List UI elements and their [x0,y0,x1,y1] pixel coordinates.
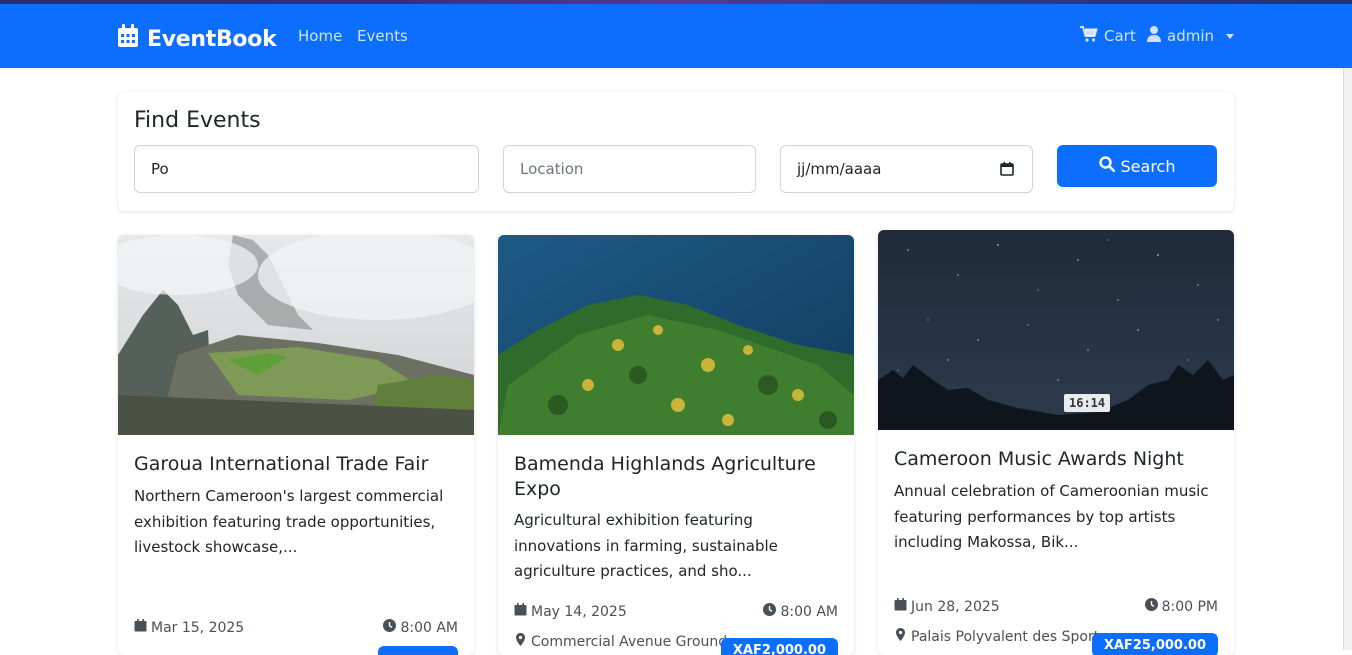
event-date-text: May 14, 2025 [531,603,627,620]
event-time: 8:00 PM [1144,598,1218,615]
event-card[interactable]: Garoua International Trade Fair Northern… [118,235,474,655]
video-duration: 16:14 [1064,394,1111,412]
event-location-text: Commercial Avenue Grounds, [531,633,739,650]
price-badge[interactable]: XAF25,000.00 [1091,633,1218,655]
search-icon [1098,156,1115,176]
event-time: 8:00 AM [383,619,458,636]
event-location: Palais Polyvalent des Sports, [894,628,1111,645]
brand-logo[interactable]: EventBook [117,24,277,54]
event-date: May 14, 2025 [514,603,627,620]
event-date: Mar 15, 2025 [134,619,244,636]
search-button[interactable]: Search [1057,145,1217,187]
search-button-label: Search [1120,156,1176,176]
calendar-icon [134,619,147,636]
nav-home-link[interactable]: Home [298,27,342,45]
clock-icon [1144,598,1158,615]
clock-icon [383,619,397,636]
navbar: EventBook Home Events Cart admin [0,4,1352,68]
map-marker-icon [514,633,527,650]
event-time-text: 8:00 PM [1161,598,1218,615]
event-title[interactable]: Garoua International Trade Fair [134,452,454,477]
event-location-text: Palais Polyvalent des Sports, [911,628,1111,645]
user-menu-dropdown[interactable]: admin [1147,26,1234,46]
event-time-text: 8:00 AM [780,603,838,620]
keyword-search-input[interactable]: Po [134,145,479,193]
event-title[interactable]: Cameroon Music Awards Night [894,447,1214,472]
find-events-card: Find Events Po Location jj/mm/aaaa Searc… [118,92,1234,211]
cart-icon [1080,26,1098,46]
clock-icon [763,603,777,620]
event-date: Jun 28, 2025 [894,598,1000,615]
event-location: Commercial Avenue Grounds, [514,633,739,650]
event-title[interactable]: Bamenda Highlands Agriculture Expo [514,452,834,502]
nav-events-link[interactable]: Events [357,27,408,45]
event-video-thumbnail-night-sky[interactable]: 16:14 [878,230,1234,430]
user-icon [1147,26,1161,46]
calendar-icon [117,24,139,54]
price-badge[interactable]: XAF2,000.00 [720,638,838,655]
cart-label: Cart [1104,27,1136,45]
event-description: Annual celebration of Cameroonian music … [894,482,1209,551]
event-date-text: Mar 15, 2025 [151,619,245,636]
calendar-icon [894,598,907,615]
calendar-icon [514,603,527,620]
location-input[interactable]: Location [503,145,756,193]
event-card[interactable]: Bamenda Highlands Agriculture Expo Agric… [498,235,854,655]
cart-link[interactable]: Cart [1080,26,1136,46]
find-events-title: Find Events [134,108,261,133]
event-description: Northern Cameroon's largest commercial e… [134,487,444,556]
page-scrollbar[interactable] [1343,68,1352,650]
date-input[interactable]: jj/mm/aaaa [780,145,1033,193]
map-marker-icon [894,628,907,645]
event-time: 8:00 AM [763,603,838,620]
user-name: admin [1167,27,1214,45]
event-image-forest-lake[interactable] [498,235,854,435]
price-badge-partial[interactable] [378,646,458,655]
calendar-picker-icon[interactable] [1000,162,1014,176]
event-date-text: Jun 28, 2025 [911,598,1000,615]
event-description: Agricultural exhibition featuring innova… [514,511,778,580]
event-image-mountain-ruins[interactable] [118,235,474,435]
event-card[interactable]: 16:14 Cameroon Music Awards Night Annual… [878,230,1234,655]
date-input-placeholder: jj/mm/aaaa [797,160,882,178]
event-time-text: 8:00 AM [400,619,458,636]
brand-name: EventBook [147,26,277,52]
chevron-down-icon [1226,33,1234,39]
